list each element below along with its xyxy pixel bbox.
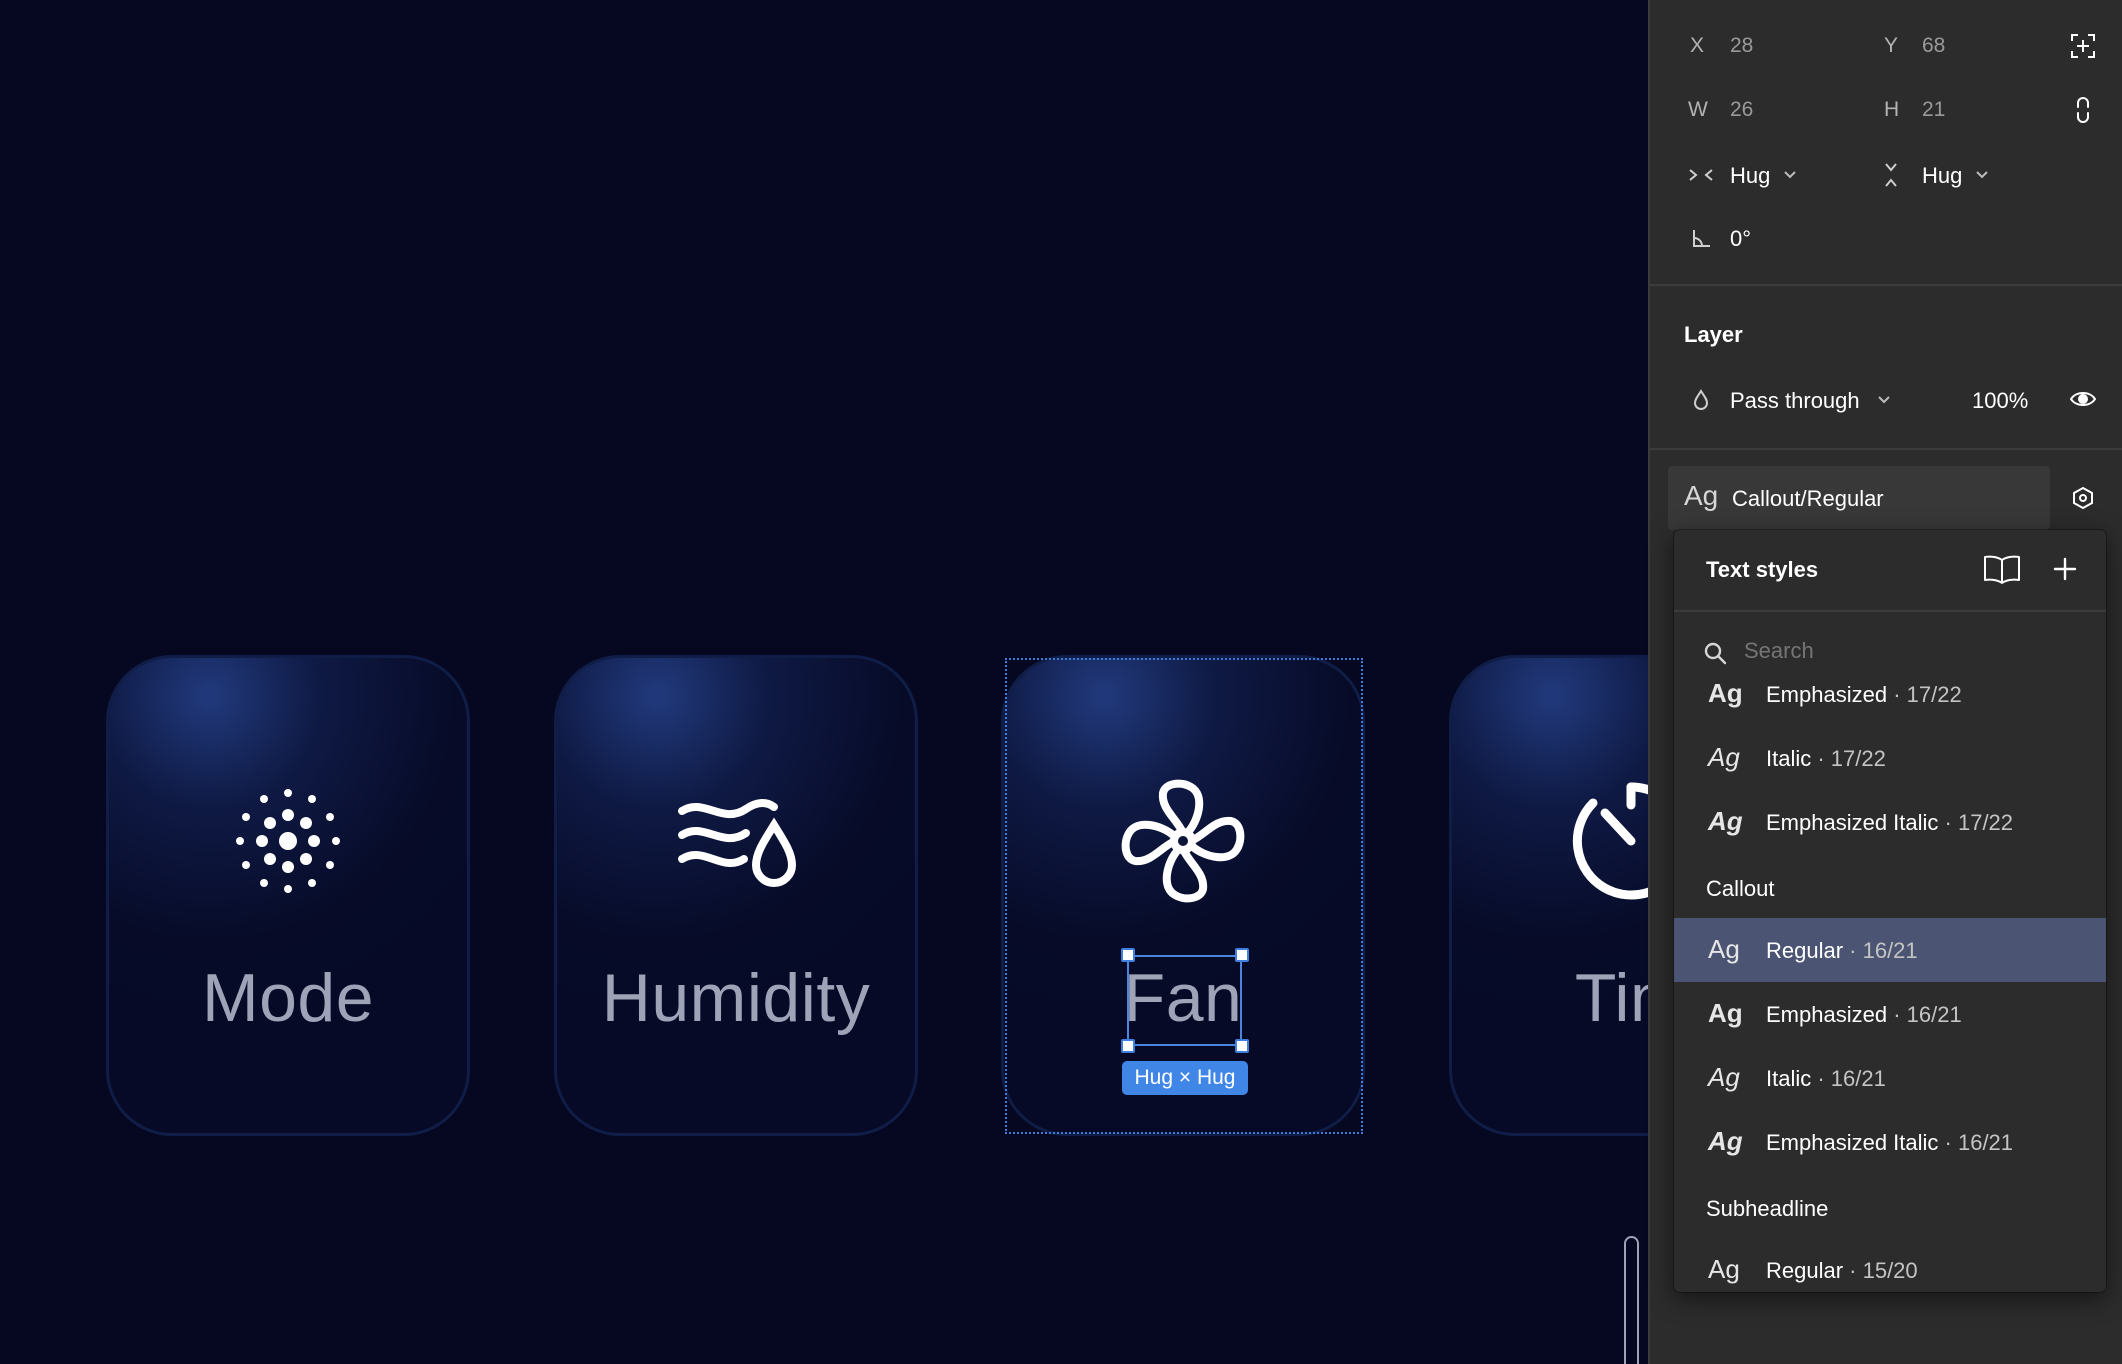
list-item[interactable]: Ag Regular · 15/20 xyxy=(1674,1238,2106,1292)
wind-drop-icon xyxy=(674,779,798,903)
style-preview-ag: Ag xyxy=(1708,1062,1740,1092)
y-label: Y xyxy=(1884,34,1899,57)
timer-icon xyxy=(1569,779,1648,903)
style-name: Regular · 15/20 xyxy=(1766,1258,1918,1283)
add-style-icon[interactable] xyxy=(2050,554,2080,584)
rotation-input[interactable]: 0° xyxy=(1730,226,1751,252)
text-style-field[interactable]: Ag Callout/Regular xyxy=(1668,466,2050,530)
style-preview-ag: Ag xyxy=(1708,998,1743,1028)
text-styles-popup: Text styles Ag Emphasiz xyxy=(1674,530,2106,1292)
layer-section-title: Layer xyxy=(1684,322,1743,347)
search-icon xyxy=(1702,640,1730,668)
timer-label: Tim xyxy=(1574,960,1648,1036)
fan-icon xyxy=(1121,779,1245,903)
chevron-down-icon[interactable] xyxy=(1972,162,1992,186)
list-item-selected[interactable]: Ag Regular · 16/21 xyxy=(1674,918,2106,982)
style-preview-ag: Ag xyxy=(1708,934,1740,964)
style-name: Regular · 16/21 xyxy=(1766,938,1918,963)
popup-title: Text styles xyxy=(1706,557,1819,582)
horizontal-resizing-select[interactable]: Hug xyxy=(1730,163,1770,189)
mode-label: Mode xyxy=(201,960,375,1036)
style-preview-ag: Ag xyxy=(1708,1126,1743,1156)
x-label: X xyxy=(1690,34,1705,57)
search-input[interactable] xyxy=(1744,638,2044,664)
style-name: Emphasized · 16/21 xyxy=(1766,1002,1962,1027)
timer-card[interactable]: Tim xyxy=(1449,655,1648,1136)
resize-handle-bottom-left[interactable] xyxy=(1121,1039,1135,1053)
text-style-name: Callout/Regular xyxy=(1732,486,1884,511)
library-icon[interactable] xyxy=(1982,552,2022,586)
eye-icon[interactable] xyxy=(2068,384,2098,414)
y-input[interactable]: 68 xyxy=(1922,34,1945,58)
group-heading: Subheadline xyxy=(1706,1196,1829,1221)
list-item[interactable]: Ag Emphasized Italic · 17/22 xyxy=(1674,790,2106,854)
list-item[interactable]: Ag Emphasized · 17/22 xyxy=(1674,680,2106,726)
blend-mode-select[interactable]: Pass through xyxy=(1730,388,1860,414)
size-badge: Hug × Hug xyxy=(1122,1061,1248,1095)
add-constraint-icon[interactable] xyxy=(2068,31,2098,61)
canvas-scrollbar[interactable] xyxy=(1624,1236,1639,1364)
style-preview-ag: Ag xyxy=(1708,1254,1740,1284)
list-item[interactable]: Ag Italic · 17/22 xyxy=(1674,726,2106,790)
text-style-ag: Ag xyxy=(1684,480,1719,511)
divider xyxy=(1650,448,2122,450)
vertical-resizing-select[interactable]: Hug xyxy=(1922,163,1962,189)
resize-handle-bottom-right[interactable] xyxy=(1235,1039,1249,1053)
horizontal-resizing-icon xyxy=(1686,160,1716,190)
resize-handle-top-right[interactable] xyxy=(1235,948,1249,962)
h-input[interactable]: 21 xyxy=(1922,98,1945,122)
mode-card[interactable]: Mode xyxy=(106,655,470,1136)
chevron-down-icon[interactable] xyxy=(1874,387,1894,411)
styles-list: Ag Emphasized · 17/22 Ag Italic · 17/22 … xyxy=(1674,680,2106,1292)
style-preview-ag: Ag xyxy=(1708,806,1743,836)
style-preview-ag: Ag xyxy=(1708,742,1740,772)
style-name: Italic · 17/22 xyxy=(1766,746,1886,771)
humidity-card[interactable]: Humidity xyxy=(554,655,918,1136)
fan-label[interactable]: Fan xyxy=(1004,958,1362,1038)
style-name: Emphasized Italic · 17/22 xyxy=(1766,810,2014,835)
style-name: Emphasized · 17/22 xyxy=(1766,682,1962,707)
opacity-input[interactable]: 100% xyxy=(1972,388,2028,414)
app-root: Mode Humidity Fan Ti Hug × Hug X 28 Y 68… xyxy=(0,0,2122,1364)
x-input[interactable]: 28 xyxy=(1730,34,1753,58)
divider xyxy=(1674,610,2106,612)
design-canvas[interactable]: Mode Humidity Fan Ti Hug × Hug xyxy=(0,0,1648,1364)
style-name: Italic · 16/21 xyxy=(1766,1066,1886,1091)
dots-icon xyxy=(226,779,350,903)
rotation-icon xyxy=(1686,224,1716,254)
style-settings-icon[interactable] xyxy=(2068,483,2098,513)
constrain-proportions-icon[interactable] xyxy=(2068,95,2098,125)
resize-handle-top-left[interactable] xyxy=(1121,948,1135,962)
divider xyxy=(1650,284,2122,286)
group-heading: Callout xyxy=(1706,876,1775,901)
humidity-label: Humidity xyxy=(601,960,871,1036)
vertical-resizing-icon xyxy=(1876,160,1906,190)
h-label: H xyxy=(1884,98,1900,121)
style-name: Emphasized Italic · 16/21 xyxy=(1766,1130,2014,1155)
list-item[interactable]: Ag Italic · 16/21 xyxy=(1674,1046,2106,1110)
blend-mode-icon xyxy=(1686,385,1716,415)
list-item[interactable]: Ag Emphasized · 16/21 xyxy=(1674,982,2106,1046)
w-label: W xyxy=(1688,98,1708,121)
chevron-down-icon[interactable] xyxy=(1780,162,1800,186)
list-item[interactable]: Ag Emphasized Italic · 16/21 xyxy=(1674,1110,2106,1174)
w-input[interactable]: 26 xyxy=(1730,98,1753,122)
search-row xyxy=(1674,630,2106,680)
style-preview-ag: Ag xyxy=(1708,680,1743,708)
